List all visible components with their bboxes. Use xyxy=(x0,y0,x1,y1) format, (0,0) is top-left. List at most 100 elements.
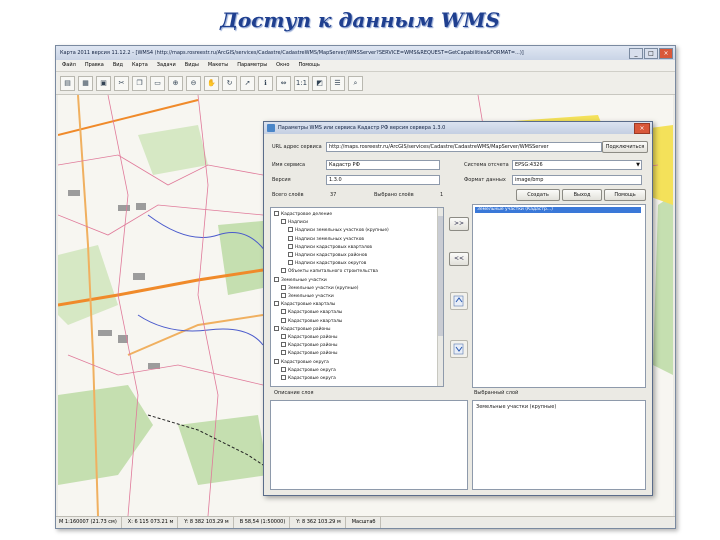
checkbox-icon[interactable] xyxy=(274,301,279,307)
tree-item[interactable]: Надписи кадастровых кварталов xyxy=(288,243,372,250)
checkbox-icon[interactable] xyxy=(288,260,293,266)
menu-item[interactable]: Файл xyxy=(62,60,76,71)
checkbox-icon[interactable] xyxy=(281,375,286,380)
tree-item[interactable]: Земельные участки (крупные) xyxy=(281,284,359,291)
tree-item[interactable]: Земельные участки xyxy=(274,276,327,283)
remove-layer-button[interactable]: << xyxy=(449,252,469,266)
checkbox-icon[interactable] xyxy=(274,276,279,282)
tree-item[interactable]: Кадастровое деление xyxy=(274,211,332,217)
menu-item[interactable]: Правка xyxy=(85,60,104,71)
help-button[interactable]: Помощь xyxy=(604,189,646,201)
tree-item[interactable]: Кадастровые округа xyxy=(281,375,336,381)
move-up-icon[interactable] xyxy=(450,292,468,310)
checkbox-icon[interactable] xyxy=(288,227,293,233)
checkbox-icon[interactable] xyxy=(281,317,286,323)
copy-icon[interactable]: ❐ xyxy=(132,75,147,91)
menu-item[interactable]: Макеты xyxy=(208,60,228,71)
hand-icon[interactable]: ✋ xyxy=(204,75,219,91)
exit-button[interactable]: Выход xyxy=(562,189,602,201)
scale-icon[interactable]: 1:1 xyxy=(294,75,309,91)
info-icon[interactable]: ℹ xyxy=(258,75,273,91)
tree-item[interactable]: Надписи xyxy=(281,219,308,225)
status-field: М 1:160007 (21.73 см) xyxy=(59,517,122,528)
menu-item[interactable]: Виды xyxy=(185,60,199,71)
checkbox-icon[interactable] xyxy=(281,334,286,339)
create-button[interactable]: Создать xyxy=(516,189,560,201)
close-icon[interactable]: × xyxy=(659,48,673,59)
tree-item[interactable]: Надписи земельных участков (крупные) xyxy=(288,227,389,233)
checkbox-icon[interactable] xyxy=(281,293,286,298)
selected-layer-item[interactable]: Земельные участки (Кадастр...) xyxy=(475,207,641,213)
menu-item[interactable]: Вид xyxy=(113,60,123,71)
checkbox-icon[interactable] xyxy=(288,235,293,241)
tree-item[interactable]: Кадастровые районы xyxy=(281,342,338,348)
print-icon[interactable]: ▣ xyxy=(96,75,111,91)
checkbox-icon[interactable] xyxy=(274,358,279,364)
legend-icon[interactable]: ☰ xyxy=(330,75,345,91)
minimize-icon[interactable]: _ xyxy=(629,48,643,59)
layers-selected-label: Выбрано слоёв xyxy=(374,192,414,198)
maximize-icon[interactable]: □ xyxy=(644,48,658,59)
tree-item[interactable]: Объекты капитального строительства xyxy=(281,268,378,274)
tree-item[interactable]: Кадастровые районы xyxy=(281,350,338,356)
select-icon[interactable]: ➚ xyxy=(240,75,255,91)
scroll-thumb[interactable] xyxy=(438,216,443,336)
measure-icon[interactable]: ⇔ xyxy=(276,75,291,91)
service-name-input[interactable]: Кадастр РФ xyxy=(326,160,440,170)
tree-item[interactable]: Кадастровые округа xyxy=(274,358,329,365)
tree-item[interactable]: Надписи кадастровых округов xyxy=(288,260,366,266)
tree-item[interactable]: Надписи земельных участков xyxy=(288,235,364,242)
save-icon[interactable]: ▦ xyxy=(78,75,93,91)
tree-item[interactable]: Земельные участки xyxy=(281,293,334,299)
tree-item-label: Кадастровое деление xyxy=(281,212,333,217)
zoom-in-icon[interactable]: ⊕ xyxy=(168,75,183,91)
menu-item[interactable]: Окно xyxy=(276,60,289,71)
checkbox-icon[interactable] xyxy=(274,325,279,331)
checkbox-icon[interactable] xyxy=(281,284,286,290)
layers-icon[interactable]: ◩ xyxy=(312,75,327,91)
add-layer-button[interactable]: >> xyxy=(449,217,469,231)
tree-item[interactable]: Кадастровые кварталы xyxy=(281,317,342,324)
checkbox-icon[interactable] xyxy=(274,211,279,216)
selected-layers-list[interactable]: Земельные участки (Кадастр...) xyxy=(472,204,646,388)
selected-layer-box[interactable]: Земельные участки (крупные) xyxy=(472,400,646,490)
open-icon[interactable]: ▤ xyxy=(60,75,75,91)
search-icon[interactable]: ⌕ xyxy=(348,75,363,91)
checkbox-icon[interactable] xyxy=(281,219,286,225)
zoom-out-icon[interactable]: ⊖ xyxy=(186,75,201,91)
tree-item[interactable]: Кадастровые районы xyxy=(274,325,331,332)
menu-item[interactable]: Параметры xyxy=(237,60,267,71)
tree-item[interactable]: Кадастровые кварталы xyxy=(281,309,342,315)
tree-item[interactable]: Кадастровые районы xyxy=(281,334,338,340)
tree-item[interactable]: Кадастровые округа xyxy=(281,366,336,373)
connect-button[interactable]: Подключиться xyxy=(602,141,648,153)
tree-item[interactable]: Надписи кадастровых районов xyxy=(288,252,367,258)
dialog-close-icon[interactable]: × xyxy=(634,123,650,134)
checkbox-icon[interactable] xyxy=(288,252,293,257)
crs-select[interactable]: EPSG:4326 ▼ xyxy=(512,160,642,170)
checkbox-icon[interactable] xyxy=(281,342,286,348)
checkbox-icon[interactable] xyxy=(281,350,286,356)
menu-item[interactable]: Карта xyxy=(132,60,148,71)
available-layers-tree[interactable]: Кадастровое деление Надписи Надписи земель… xyxy=(270,207,444,387)
checkbox-icon[interactable] xyxy=(281,268,286,274)
format-input[interactable]: image/bmp xyxy=(512,175,642,185)
url-input[interactable]: http://maps.rosreestr.ru/ArcGIS/services… xyxy=(326,142,602,152)
menu-item[interactable]: Помощь xyxy=(298,60,319,71)
move-down-icon[interactable] xyxy=(450,340,468,358)
refresh-icon[interactable]: ↻ xyxy=(222,75,237,91)
tree-item[interactable]: Кадастровые кварталы xyxy=(274,301,335,307)
tree-item-label: Кадастровые районы xyxy=(288,351,338,357)
paste-icon[interactable]: ▭ xyxy=(150,75,165,91)
version-input[interactable]: 1.3.0 xyxy=(326,175,440,185)
checkbox-icon[interactable] xyxy=(281,309,286,315)
layer-description-box[interactable] xyxy=(270,400,468,490)
checkbox-icon[interactable] xyxy=(288,243,293,249)
format-label: Формат данных xyxy=(464,177,506,183)
menu-item[interactable]: Задачи xyxy=(157,60,176,71)
cut-icon[interactable]: ✂ xyxy=(114,75,129,91)
tree-scrollbar[interactable] xyxy=(437,208,443,386)
version-label: Версия xyxy=(272,177,291,183)
checkbox-icon[interactable] xyxy=(281,366,286,372)
menu-bar: Файл Правка Вид Карта Задачи Виды Макеты Параме… xyxy=(56,60,675,72)
